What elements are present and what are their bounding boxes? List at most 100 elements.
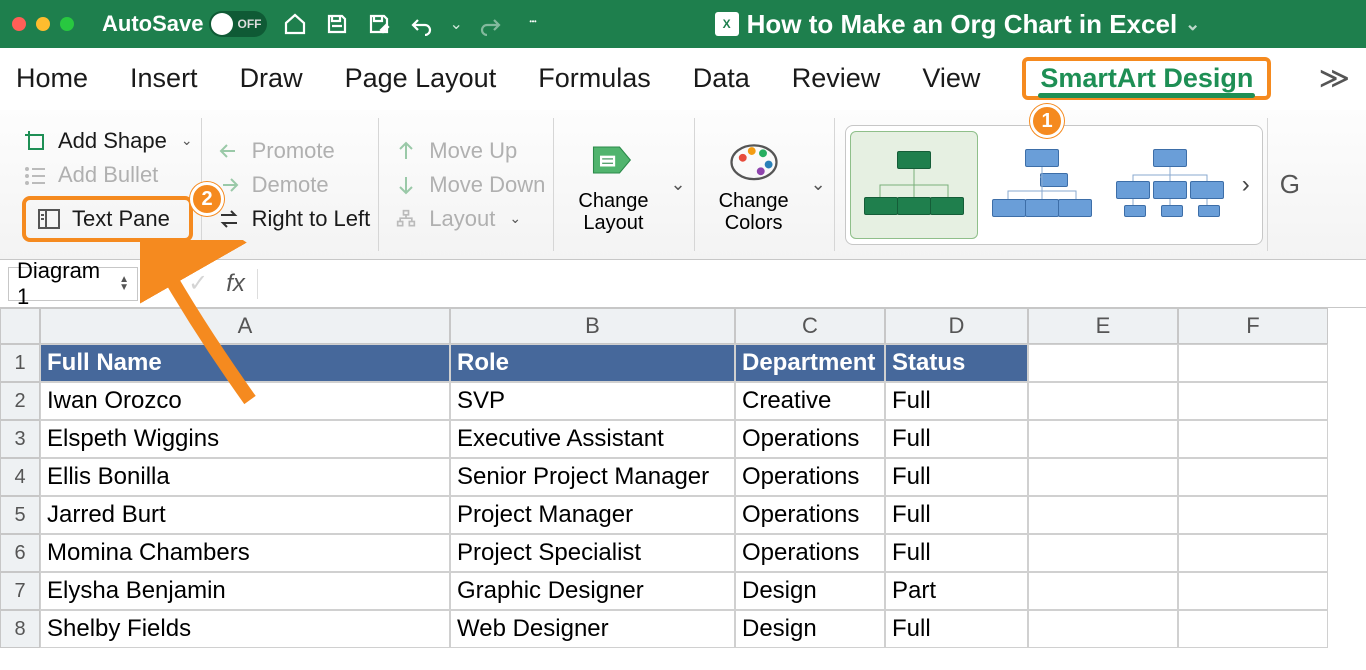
cell[interactable]: Executive Assistant — [450, 420, 735, 458]
cell[interactable]: Full — [885, 534, 1028, 572]
redo-icon[interactable] — [477, 10, 505, 38]
col-header-f[interactable]: F — [1178, 308, 1328, 344]
tab-page-layout[interactable]: Page Layout — [345, 63, 497, 94]
tab-insert[interactable]: Insert — [130, 63, 198, 94]
save-icon[interactable] — [323, 10, 351, 38]
cell[interactable] — [1028, 420, 1178, 458]
text-pane-button[interactable]: Text Pane — [22, 196, 193, 242]
row-header[interactable]: 6 — [0, 534, 40, 572]
cell[interactable] — [1178, 496, 1328, 534]
row-header[interactable]: 3 — [0, 420, 40, 458]
tabs-overflow-icon[interactable]: ≫ — [1319, 61, 1350, 96]
cell[interactable]: Operations — [735, 534, 885, 572]
change-layout-button[interactable]: Change Layout — [568, 132, 658, 238]
cell[interactable]: Shelby Fields — [40, 610, 450, 648]
layout-thumb-2[interactable] — [978, 131, 1106, 239]
maximize-window[interactable] — [60, 17, 74, 31]
col-header-e[interactable]: E — [1028, 308, 1178, 344]
cell[interactable]: Senior Project Manager — [450, 458, 735, 496]
cell[interactable]: Elspeth Wiggins — [40, 420, 450, 458]
more-commands-icon[interactable] — [519, 10, 547, 38]
cell[interactable]: Elysha Benjamin — [40, 572, 450, 610]
row-header[interactable]: 2 — [0, 382, 40, 420]
cell[interactable]: Full — [885, 496, 1028, 534]
name-box-stepper[interactable]: ▲▼ — [119, 276, 129, 292]
tab-smartart-design[interactable]: SmartArt Design — [1022, 57, 1271, 100]
cell[interactable] — [1028, 572, 1178, 610]
cell[interactable] — [1178, 420, 1328, 458]
right-to-left-button[interactable]: Right to Left — [216, 206, 371, 232]
cell[interactable]: Project Specialist — [450, 534, 735, 572]
cell[interactable]: Full — [885, 458, 1028, 496]
chevron-down-icon[interactable]: ⌄ — [670, 174, 685, 195]
cell[interactable]: Full — [885, 382, 1028, 420]
cell[interactable]: Operations — [735, 458, 885, 496]
row-header[interactable]: 5 — [0, 496, 40, 534]
tab-view[interactable]: View — [922, 63, 980, 94]
cell[interactable] — [1028, 344, 1178, 382]
name-box[interactable]: Diagram 1 ▲▼ — [8, 267, 138, 301]
cell[interactable]: Design — [735, 610, 885, 648]
cell[interactable] — [1178, 344, 1328, 382]
minimize-window[interactable] — [36, 17, 50, 31]
cell[interactable]: Creative — [735, 382, 885, 420]
col-header-d[interactable]: D — [885, 308, 1028, 344]
cell[interactable]: Project Manager — [450, 496, 735, 534]
tab-formulas[interactable]: Formulas — [538, 63, 651, 94]
cell[interactable] — [1028, 610, 1178, 648]
cell[interactable]: SVP — [450, 382, 735, 420]
layout-thumb-3[interactable] — [1106, 131, 1234, 239]
layout-thumb-1[interactable] — [850, 131, 978, 239]
cell[interactable] — [1178, 610, 1328, 648]
cell[interactable] — [1178, 534, 1328, 572]
row-header[interactable]: 7 — [0, 572, 40, 610]
close-window[interactable] — [12, 17, 26, 31]
tab-home[interactable]: Home — [16, 63, 88, 94]
undo-icon[interactable] — [407, 10, 435, 38]
chevron-down-icon[interactable]: ⌄ — [811, 174, 826, 195]
header-status[interactable]: Status — [885, 344, 1028, 382]
cell[interactable]: Jarred Burt — [40, 496, 450, 534]
cell[interactable]: Ellis Bonilla — [40, 458, 450, 496]
ribbon-overflow[interactable]: G — [1274, 118, 1300, 251]
row-header[interactable]: 1 — [0, 344, 40, 382]
autosave-toggle[interactable]: AutoSave OFF — [102, 11, 267, 37]
cell[interactable] — [1028, 534, 1178, 572]
select-all-corner[interactable] — [0, 308, 40, 344]
cell[interactable]: Design — [735, 572, 885, 610]
cell[interactable] — [1178, 458, 1328, 496]
row-header[interactable]: 8 — [0, 610, 40, 648]
cell[interactable] — [1178, 382, 1328, 420]
chevron-down-icon[interactable]: ⌄ — [181, 132, 193, 149]
undo-dropdown-caret[interactable]: ⌄ — [449, 14, 462, 34]
home-icon[interactable] — [281, 10, 309, 38]
cell[interactable]: Operations — [735, 496, 885, 534]
cell[interactable] — [1028, 458, 1178, 496]
cell[interactable]: Full — [885, 610, 1028, 648]
save-as-icon[interactable] — [365, 10, 393, 38]
header-role[interactable]: Role — [450, 344, 735, 382]
row-header[interactable]: 4 — [0, 458, 40, 496]
autosave-switch[interactable]: OFF — [209, 11, 267, 37]
cell[interactable] — [1028, 496, 1178, 534]
change-colors-button[interactable]: Change Colors — [709, 132, 799, 238]
cell[interactable]: Web Designer — [450, 610, 735, 648]
cell[interactable]: Part — [885, 572, 1028, 610]
tab-data[interactable]: Data — [693, 63, 750, 94]
cell[interactable]: Momina Chambers — [40, 534, 450, 572]
tab-draw[interactable]: Draw — [240, 63, 303, 94]
add-shape-button[interactable]: Add Shape ⌄ — [22, 128, 193, 154]
header-dept[interactable]: Department — [735, 344, 885, 382]
document-title[interactable]: X How to Make an Org Chart in Excel ⌄ — [561, 9, 1354, 40]
cell[interactable]: Graphic Designer — [450, 572, 735, 610]
tab-review[interactable]: Review — [792, 63, 881, 94]
gallery-next-icon[interactable]: › — [1234, 171, 1258, 199]
title-dropdown-icon[interactable]: ⌄ — [1185, 14, 1200, 35]
col-header-b[interactable]: B — [450, 308, 735, 344]
cell[interactable] — [1178, 572, 1328, 610]
formula-input[interactable] — [257, 269, 1358, 299]
cell[interactable] — [1028, 382, 1178, 420]
col-header-c[interactable]: C — [735, 308, 885, 344]
cell[interactable]: Operations — [735, 420, 885, 458]
cell[interactable]: Full — [885, 420, 1028, 458]
